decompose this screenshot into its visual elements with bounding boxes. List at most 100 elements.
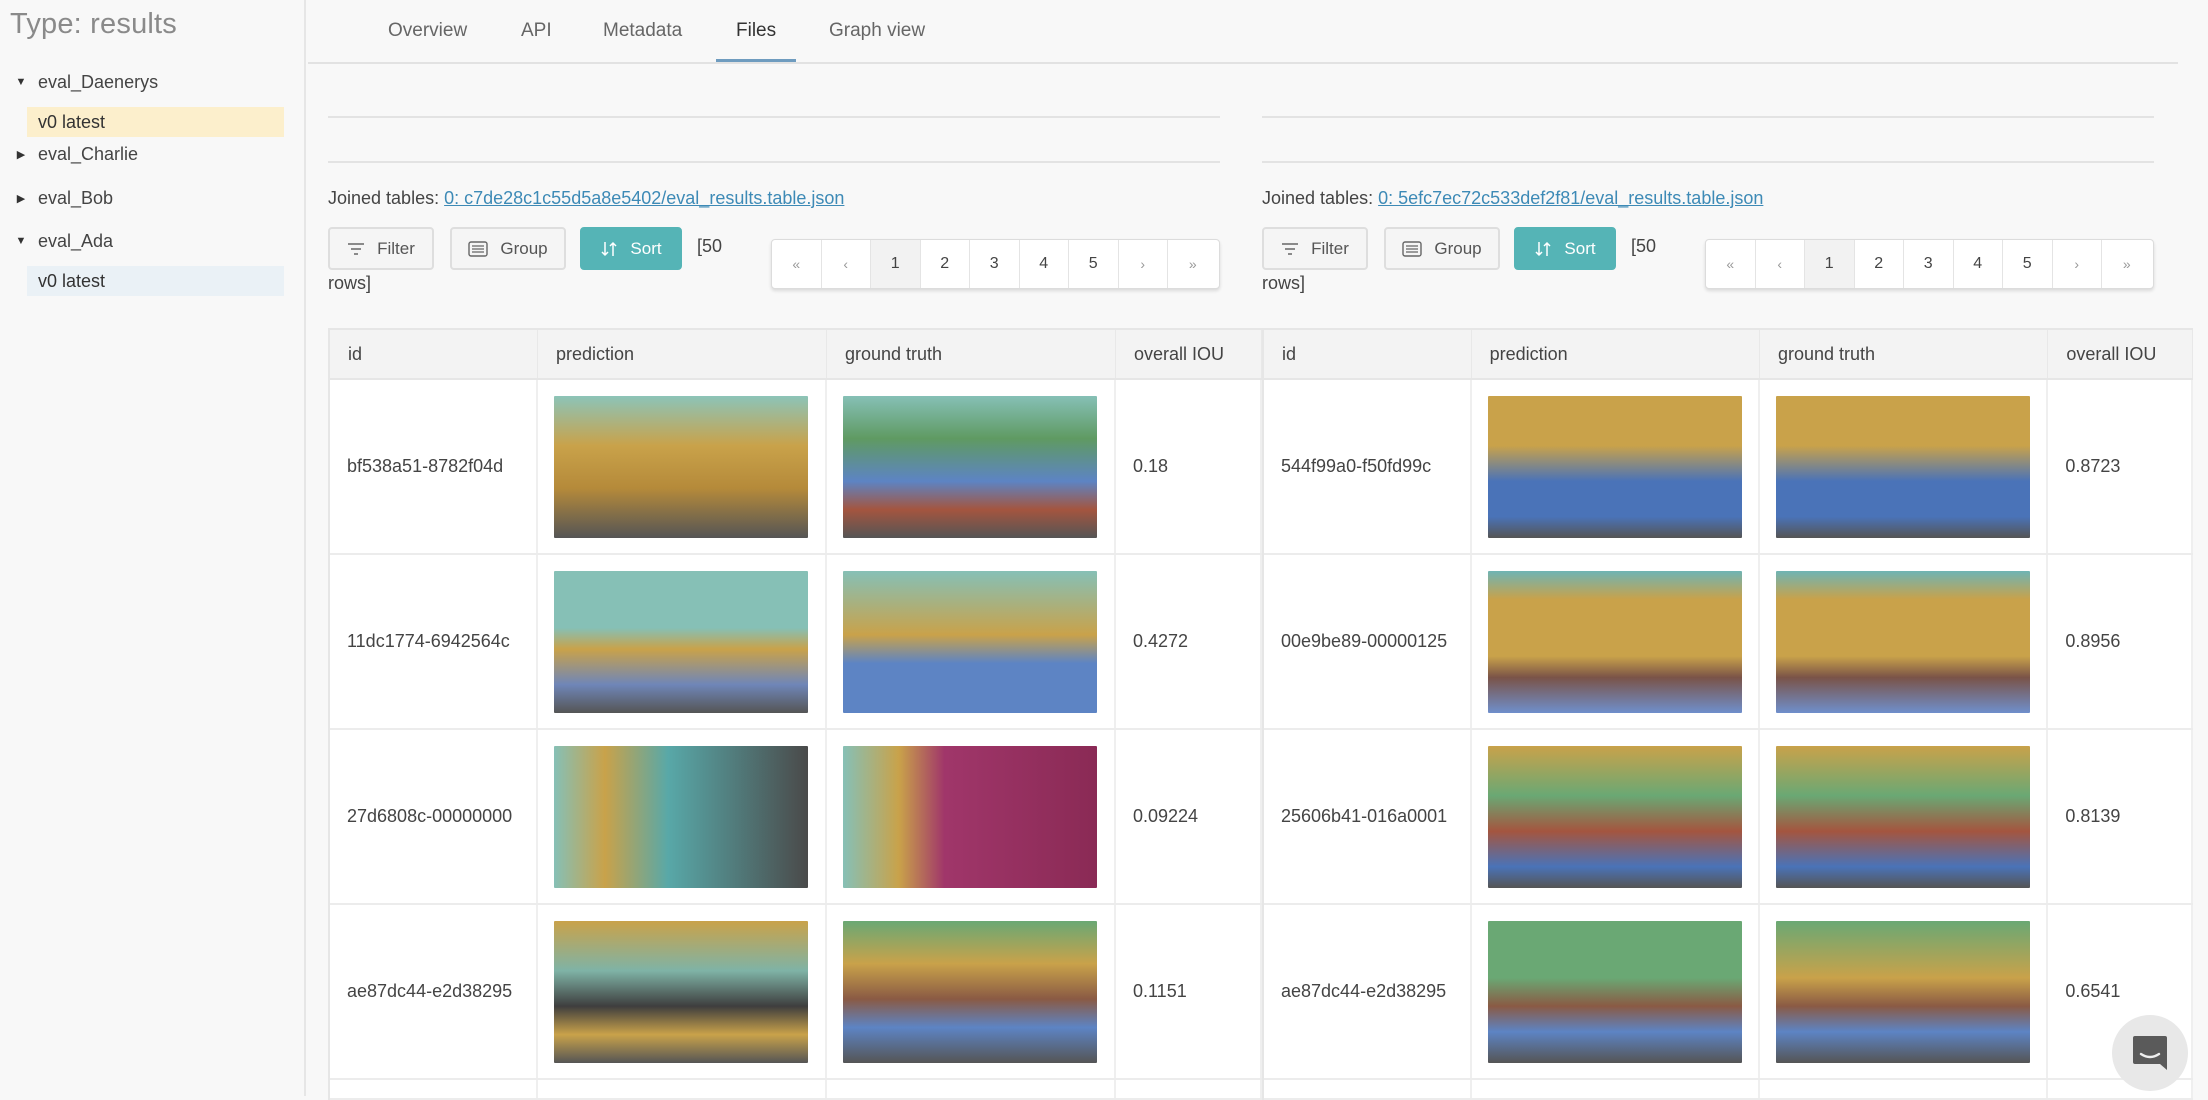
results-table-right: id prediction ground truth overall IOU 5… [1262,328,2194,1100]
table-row[interactable]: 544f99a0-f50fd99c 0.8723 [1264,380,2194,555]
page-4-button[interactable]: 4 [1954,240,2003,288]
version-label: v0 latest [38,111,106,132]
page-2-button[interactable]: 2 [921,240,970,288]
joined-table-link[interactable]: 0: c7de28c1c55d5a8e5402/eval_results.tab… [444,188,844,208]
sort-button[interactable]: Sort [1514,227,1616,270]
cell-ground-truth [1760,730,2049,903]
prediction-segmentation-image[interactable] [554,745,808,888]
sort-arrows-icon [601,241,617,256]
tab-metadata[interactable]: Metadata [603,20,682,64]
cell-prediction [538,905,827,1078]
table-row[interactable]: ae87dc44-e2d38295 0.6541 [1264,905,2194,1080]
page-3-button[interactable]: 3 [970,240,1020,288]
cell-overall-iou: 0.4272 [1116,555,1262,728]
page-5-button[interactable]: 5 [2003,240,2053,288]
ground-truth-segmentation-image[interactable] [1775,570,2030,713]
joined-tables-text: Joined tables: [1262,188,1374,208]
prediction-segmentation-image[interactable] [1487,920,1742,1063]
prev-page-button[interactable]: ‹ [1756,240,1805,288]
last-page-button[interactable]: » [1168,240,1218,288]
tab-files[interactable]: Files [736,20,776,64]
filter-button[interactable]: Filter [1262,227,1368,270]
table-cell [1264,1080,1472,1098]
group-button[interactable]: Group [1384,227,1500,270]
column-header-prediction[interactable]: prediction [1472,330,1760,378]
tree-item-eval-ada[interactable]: ▼ eval_Ada [14,226,114,256]
group-label: Group [1434,238,1482,258]
table-row[interactable] [1264,1080,2193,1100]
table-row[interactable]: 25606b41-016a0001 0.8139 [1264,730,2194,905]
ground-truth-segmentation-image[interactable] [843,395,1097,538]
joined-table-link[interactable]: 0: 5efc7ec72c533def2f81/eval_results.tab… [1378,188,1763,208]
group-list-icon [468,240,489,257]
next-page-button[interactable]: › [2053,240,2102,288]
rows-count-suffix: rows] [328,273,372,293]
table-cell [538,1080,827,1098]
table-row[interactable]: 11dc1774-6942564c 0.4272 [330,555,1262,730]
column-header-prediction[interactable]: prediction [538,330,827,378]
sidebar: Type: results ▼ eval_Daenerys v0 latest … [0,0,306,1096]
next-page-button[interactable]: › [1119,240,1168,288]
cell-overall-iou: 0.8723 [2048,380,2194,553]
ground-truth-segmentation-image[interactable] [843,920,1097,1063]
results-table-left: id prediction ground truth overall IOU b… [328,328,1262,1100]
prediction-segmentation-image[interactable] [554,395,808,538]
sort-label: Sort [1564,238,1596,258]
sort-button[interactable]: Sort [580,227,682,270]
tab-overview[interactable]: Overview [388,20,467,64]
table-row[interactable]: bf538a51-8782f04d 0.18 [330,380,1262,555]
column-header-overall-iou[interactable]: overall IOU [1116,330,1262,378]
prediction-segmentation-image[interactable] [1487,745,1742,888]
tree-item-eval-daenerys[interactable]: ▼ eval_Daenerys [14,67,159,97]
ground-truth-segmentation-image[interactable] [843,745,1097,888]
table-row[interactable]: ae87dc44-e2d38295 0.1151 [330,905,1262,1080]
filter-label: Filter [377,238,415,258]
table-row[interactable]: 00e9be89-00000125 0.8956 [1264,555,2194,730]
filter-button[interactable]: Filter [328,227,434,270]
cell-prediction [1472,555,1760,728]
page-3-button[interactable]: 3 [1904,240,1954,288]
prediction-segmentation-image[interactable] [554,570,808,713]
page-1-button[interactable]: 1 [871,240,921,288]
tab-api[interactable]: API [521,20,552,64]
column-header-ground-truth[interactable]: ground truth [1760,330,2049,378]
tree-version-daenerys-v0[interactable]: v0 latest [27,107,284,137]
page-1-button[interactable]: 1 [1805,240,1855,288]
chat-support-icon [2133,1036,2167,1070]
ground-truth-segmentation-image[interactable] [843,570,1097,713]
tree-item-eval-bob[interactable]: ▶ eval_Bob [14,183,113,213]
table-cell [1472,1080,1760,1098]
chat-support-button[interactable] [2112,1015,2188,1091]
column-header-id[interactable]: id [330,330,538,378]
column-header-id[interactable]: id [1264,330,1472,378]
ground-truth-segmentation-image[interactable] [1775,745,2030,888]
sidebar-title: Type: results [10,8,177,40]
prev-page-button[interactable]: ‹ [822,240,871,288]
tree-item-eval-charlie[interactable]: ▶ eval_Charlie [14,139,138,169]
page-5-button[interactable]: 5 [1069,240,1119,288]
table-row[interactable] [330,1080,1262,1100]
tab-graph-view[interactable]: Graph view [829,20,925,64]
cell-ground-truth [1760,380,2049,553]
page-4-button[interactable]: 4 [1020,240,1069,288]
sort-arrows-icon [1535,241,1551,256]
first-page-button[interactable]: « [772,240,822,288]
cell-ground-truth [827,380,1116,553]
last-page-button[interactable]: » [2102,240,2152,288]
caret-right-icon: ▶ [16,192,26,205]
prediction-segmentation-image[interactable] [554,920,808,1063]
page-2-button[interactable]: 2 [1855,240,1904,288]
rows-count-suffix: rows] [1262,273,1306,293]
tree-version-ada-v0[interactable]: v0 latest [27,266,284,296]
first-page-button[interactable]: « [1706,240,1756,288]
table-row[interactable]: 27d6808c-00000000 0.09224 [330,730,1262,905]
group-button[interactable]: Group [450,227,566,270]
cell-id: 27d6808c-00000000 [330,730,538,903]
column-header-ground-truth[interactable]: ground truth [827,330,1116,378]
ground-truth-segmentation-image[interactable] [1775,395,2030,538]
column-header-overall-iou[interactable]: overall IOU [2048,330,2194,378]
prediction-segmentation-image[interactable] [1487,395,1742,538]
tab-bar: Overview API Metadata Files Graph view [308,0,2178,64]
prediction-segmentation-image[interactable] [1487,570,1742,713]
ground-truth-segmentation-image[interactable] [1775,920,2030,1063]
